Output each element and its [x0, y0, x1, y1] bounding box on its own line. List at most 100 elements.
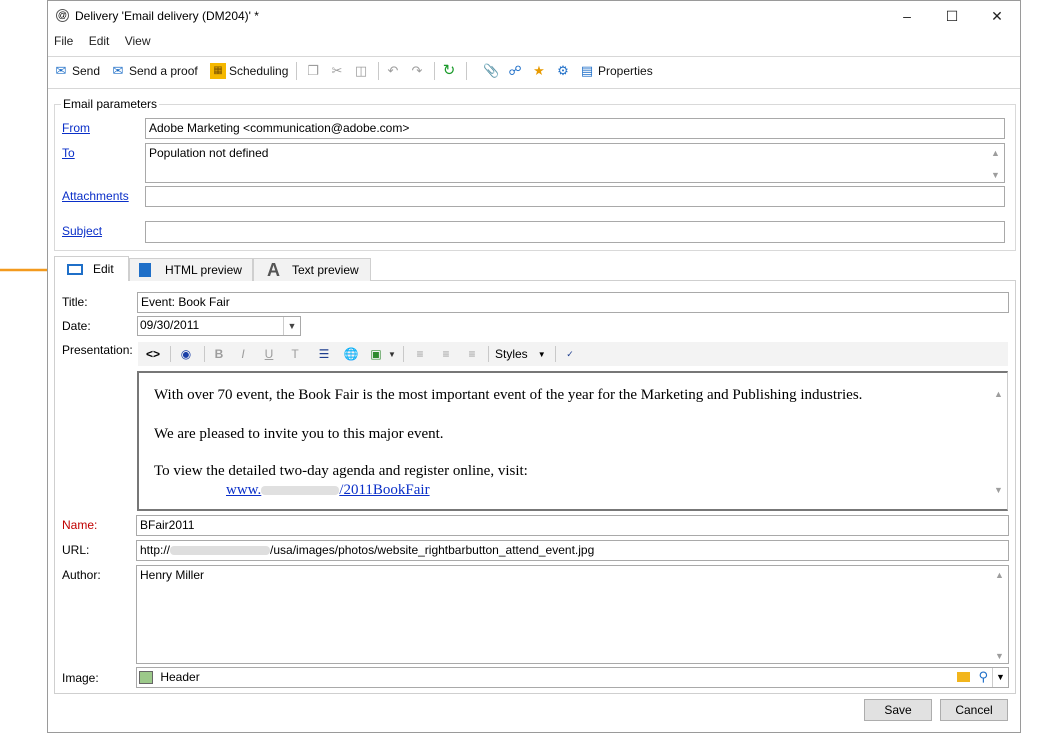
- envelope-check-icon: ✉: [112, 63, 124, 78]
- attachments-field[interactable]: [145, 186, 1005, 207]
- clipboard-icon: ▤: [580, 63, 594, 78]
- source-code-icon[interactable]: <>: [144, 345, 162, 363]
- toolbar-separator: [488, 346, 489, 362]
- to-scrollbar[interactable]: ▲ ▼: [988, 144, 1004, 182]
- url-prefix: http://: [140, 543, 171, 557]
- properties-button[interactable]: ▤ Properties: [579, 60, 653, 82]
- toolbar-separator: [378, 62, 379, 80]
- search-icon[interactable]: ⚲: [978, 669, 988, 685]
- tab-text-preview[interactable]: A Text preview: [253, 258, 371, 281]
- toolbar-separator: [466, 62, 467, 80]
- url-label: URL:: [62, 543, 90, 557]
- scroll-up-icon[interactable]: ▲: [994, 389, 1003, 399]
- redacted-domain: [261, 486, 340, 496]
- copy-icon[interactable]: ❐: [305, 60, 324, 82]
- maximize-button[interactable]: ☐: [937, 5, 967, 27]
- tab-html-preview-label: HTML preview: [165, 263, 242, 277]
- send-proof-button[interactable]: ✉ Send a proof: [110, 60, 198, 82]
- bullet-list-icon[interactable]: ☰: [316, 345, 332, 363]
- toolbar-separator: [170, 346, 171, 362]
- from-field[interactable]: Adobe Marketing <communication@adobe.com…: [145, 118, 1005, 139]
- register-link[interactable]: www. /2011BookFair: [226, 482, 430, 499]
- scroll-down-icon[interactable]: ▼: [995, 651, 1004, 661]
- attachments-link[interactable]: Attachments: [62, 189, 129, 203]
- globe-icon[interactable]: 🌐: [342, 345, 360, 363]
- scroll-up-icon[interactable]: ▲: [995, 570, 1004, 580]
- rich-text-editor[interactable]: With over 70 event, the Book Fair is the…: [137, 371, 1008, 511]
- date-field[interactable]: 09/30/2011 ▼: [137, 316, 301, 336]
- insert-image-icon[interactable]: ▣: [368, 345, 384, 363]
- paste-icon[interactable]: ◫: [353, 60, 372, 82]
- body-paragraph-3: To view the detailed two-day agenda and …: [154, 463, 528, 479]
- image-label: Image:: [62, 671, 99, 685]
- align-center-icon[interactable]: ≡: [438, 345, 454, 363]
- close-button[interactable]: ✕: [982, 5, 1012, 27]
- toolbar-separator: [555, 346, 556, 362]
- menu-view[interactable]: View: [125, 34, 151, 48]
- analysis-icon[interactable]: ⚙: [555, 60, 574, 82]
- to-field[interactable]: Population not defined ▲ ▼: [145, 143, 1005, 183]
- name-field[interactable]: BFair2011: [136, 515, 1009, 536]
- align-right-icon[interactable]: ≡: [464, 345, 480, 363]
- toolbar: ✉ Send ✉ Send a proof ▦ Scheduling ❐ ✂ ◫…: [53, 60, 1013, 82]
- tab-html-preview[interactable]: HTML preview: [129, 258, 253, 281]
- personalization-icon[interactable]: ★: [531, 60, 550, 82]
- editor-scrollbar[interactable]: ▲ ▼: [991, 373, 1007, 509]
- send-button[interactable]: ✉ Send: [53, 60, 100, 82]
- email-parameters-label: Email parameters: [61, 97, 160, 111]
- scroll-down-icon[interactable]: ▼: [994, 485, 1003, 495]
- editor-toolbar: <> ◉ B I U T ☰ 🌐 ▣ ▼ ≡ ≡ ≡ Styles ▼ ✓: [138, 342, 1008, 366]
- title-field[interactable]: Event: Book Fair: [137, 292, 1009, 313]
- chevron-down-icon[interactable]: ▼: [992, 668, 1008, 687]
- redo-icon[interactable]: ↷: [409, 60, 428, 82]
- image-field[interactable]: Header ⚲ ▼: [136, 667, 1009, 688]
- scroll-down-icon[interactable]: ▼: [991, 170, 1000, 180]
- scheduling-button[interactable]: ▦ Scheduling: [210, 60, 288, 82]
- minimize-button[interactable]: –: [892, 5, 922, 27]
- title-bar: @ Delivery 'Email delivery (DM204)' * – …: [48, 1, 1020, 32]
- save-button[interactable]: Save: [864, 699, 932, 721]
- undo-icon[interactable]: ↶: [385, 60, 404, 82]
- refresh-icon[interactable]: ↻: [441, 60, 460, 82]
- bold-icon[interactable]: B: [212, 345, 226, 363]
- body-paragraph-2: We are pleased to invite you to this maj…: [154, 426, 444, 442]
- date-value: 09/30/2011: [140, 318, 200, 332]
- folder-icon[interactable]: [957, 672, 970, 682]
- menu-file[interactable]: File: [54, 34, 73, 48]
- tab-text-preview-label: Text preview: [292, 263, 359, 277]
- to-link[interactable]: To: [62, 146, 75, 160]
- subject-link[interactable]: Subject: [62, 224, 102, 238]
- image-value: Header: [160, 670, 200, 684]
- chevron-down-icon[interactable]: ▼: [387, 345, 397, 363]
- title-label: Title:: [62, 295, 88, 309]
- divider: [48, 88, 1020, 89]
- send-label: Send: [72, 64, 101, 78]
- app-icon: @: [56, 9, 69, 22]
- to-value: Population not defined: [149, 146, 269, 160]
- subject-field[interactable]: [145, 221, 1005, 243]
- spellcheck-icon[interactable]: ✓: [562, 345, 578, 363]
- styles-dropdown[interactable]: Styles ▼: [495, 345, 551, 363]
- url-field[interactable]: http:// /usa/images/photos/website_rightb…: [136, 540, 1009, 561]
- cut-icon[interactable]: ✂: [329, 60, 348, 82]
- text-size-icon[interactable]: T: [288, 345, 302, 363]
- scroll-up-icon[interactable]: ▲: [991, 148, 1000, 158]
- toolbar-separator: [296, 62, 297, 80]
- url-suffix: /usa/images/photos/website_rightbarbutto…: [270, 543, 595, 557]
- binoculars-icon[interactable]: ◉: [177, 345, 195, 363]
- author-scrollbar[interactable]: ▲ ▼: [992, 566, 1008, 663]
- chevron-down-icon[interactable]: ▼: [283, 317, 300, 335]
- underline-icon[interactable]: U: [262, 345, 276, 363]
- from-link[interactable]: From: [62, 121, 90, 135]
- tab-edit[interactable]: Edit: [54, 256, 129, 281]
- presentation-label: Presentation:: [62, 343, 133, 357]
- author-field[interactable]: Henry Miller ▲ ▼: [136, 565, 1009, 664]
- align-left-icon[interactable]: ≡: [412, 345, 428, 363]
- cancel-button[interactable]: Cancel: [940, 699, 1008, 721]
- menu-edit[interactable]: Edit: [89, 34, 110, 48]
- attachment-icon[interactable]: 📎: [483, 60, 502, 82]
- link-suffix: /2011BookFair: [339, 482, 430, 498]
- link-icon[interactable]: ☍: [507, 60, 526, 82]
- calendar-icon: ▦: [210, 63, 226, 79]
- italic-icon[interactable]: I: [236, 345, 250, 363]
